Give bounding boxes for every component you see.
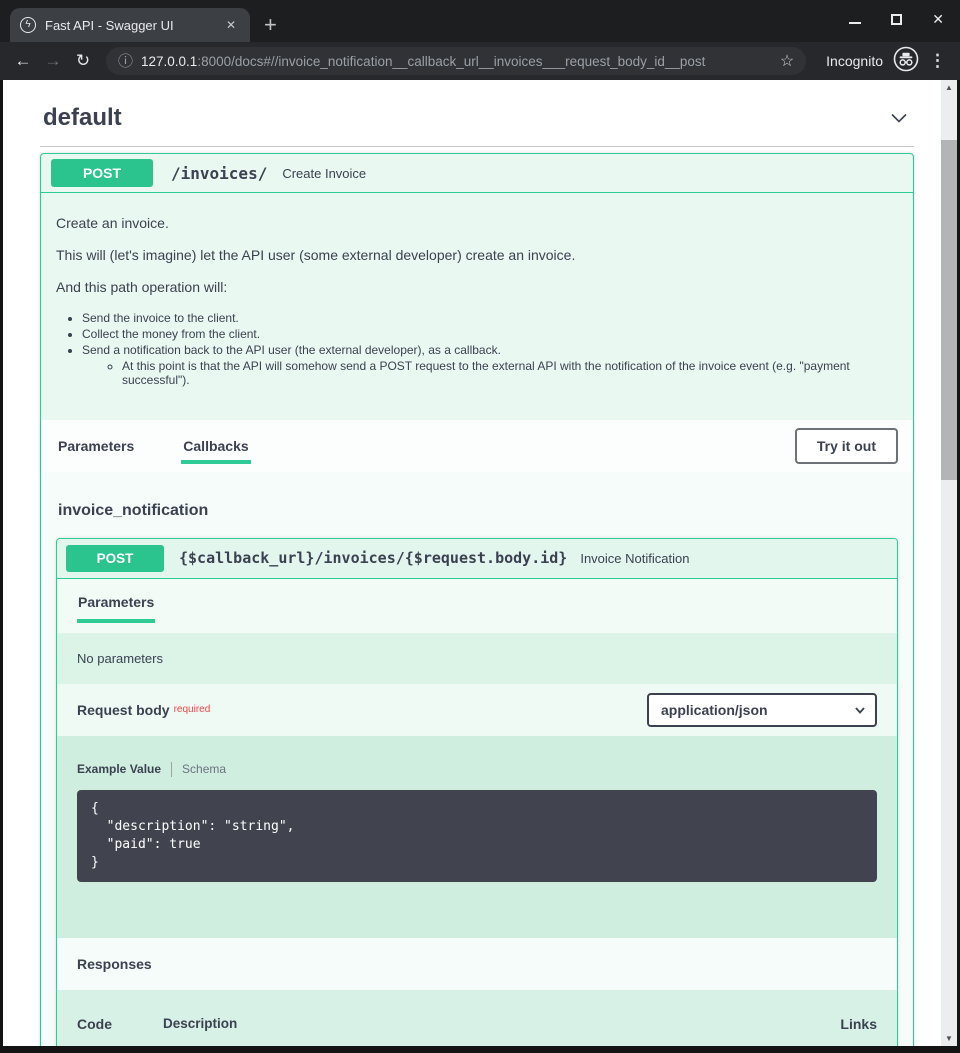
col-header-code: Code <box>77 1016 163 1032</box>
page-viewport: default POST /invoices/ Create Invoice C… <box>0 80 960 1053</box>
callback-opblock-header[interactable]: POST {$callback_url}/invoices/{$request.… <box>57 539 897 579</box>
scrollbar-thumb[interactable] <box>941 140 957 480</box>
example-code-block[interactable]: { "description": "string", "paid": true … <box>77 790 877 882</box>
example-section: Example Value Schema { "description": "s… <box>57 736 897 938</box>
window-controls: ✕ <box>849 12 944 26</box>
method-badge: POST <box>51 159 153 187</box>
scroll-up-icon[interactable]: ▲ <box>941 83 957 92</box>
url-text[interactable]: 127.0.0.1:8000/docs#//invoice_notificati… <box>141 54 772 69</box>
request-body-row: Request body required application/json <box>57 684 897 736</box>
url-host: 127.0.0.1 <box>141 54 197 69</box>
no-parameters-row: No parameters <box>57 633 897 684</box>
tab-divider <box>171 762 172 777</box>
opblock-header[interactable]: POST /invoices/ Create Invoice <box>41 154 913 193</box>
page-scrollbar[interactable]: ▲ ▼ <box>941 80 957 1046</box>
description-paragraph: And this path operation will: <box>56 279 898 295</box>
maximize-icon[interactable] <box>891 14 902 25</box>
callback-summary: Invoice Notification <box>580 551 689 566</box>
required-flag: required <box>174 704 211 715</box>
site-info-icon[interactable]: ⓘ <box>118 54 133 69</box>
scroll-down-icon[interactable]: ▼ <box>941 1034 957 1043</box>
endpoint-summary: Create Invoice <box>282 166 366 181</box>
swagger-page: default POST /invoices/ Create Invoice C… <box>3 80 941 1046</box>
callback-method-badge: POST <box>66 545 164 572</box>
tab-schema[interactable]: Schema <box>182 762 226 776</box>
sub-bullet-item: At this point is that the API will someh… <box>122 359 867 388</box>
bullet-item: Collect the money from the client. <box>82 327 898 341</box>
fastapi-favicon-icon: ϟ <box>20 17 36 33</box>
reload-icon[interactable]: ↻ <box>68 51 98 71</box>
callback-title: invoice_notification <box>58 502 898 520</box>
endpoint-path: /invoices/ <box>171 164 267 183</box>
bullet-item: Send a notification back to the API user… <box>82 343 898 357</box>
responses-table: Code Description Links 200 Successful Re… <box>57 990 897 1046</box>
forward-icon[interactable]: → <box>38 51 68 71</box>
endpoint-description: Create an invoice. This will (let's imag… <box>41 193 913 420</box>
url-path: :8000/docs#//invoice_notification__callb… <box>197 54 705 69</box>
callbacks-section: invoice_notification POST {$callback_url… <box>41 472 913 1046</box>
try-it-out-button[interactable]: Try it out <box>795 428 898 464</box>
sub-bullet-list: At this point is that the API will someh… <box>82 359 898 388</box>
example-tabs: Example Value Schema <box>77 762 877 777</box>
col-header-links: Links <box>787 1016 877 1032</box>
default-section-header[interactable]: default <box>40 104 914 147</box>
bullet-item: Send the invoice to the client. <box>82 311 898 325</box>
section-title: default <box>43 104 122 132</box>
post-invoices-opblock: POST /invoices/ Create Invoice Create an… <box>40 153 914 1046</box>
description-paragraph: This will (let's imagine) let the API us… <box>56 247 898 263</box>
tab-parameters[interactable]: Parameters <box>56 428 136 464</box>
window-close-icon[interactable]: ✕ <box>932 12 944 26</box>
tab-example-value[interactable]: Example Value <box>77 762 161 776</box>
responses-table-head: Code Description Links <box>77 1016 877 1032</box>
content-type-select-wrap: application/json <box>647 693 877 727</box>
callback-tab-parameters[interactable]: Parameters <box>77 592 155 623</box>
description-bullet-list: Send the invoice to the client. Collect … <box>56 311 898 388</box>
bookmark-star-icon[interactable]: ☆ <box>780 51 794 71</box>
request-body-label: Request body <box>77 702 170 718</box>
col-header-description: Description <box>163 1016 787 1032</box>
browser-menu-icon[interactable]: ⋮ <box>929 51 946 71</box>
incognito-label: Incognito <box>826 53 883 69</box>
address-bar[interactable]: ⓘ 127.0.0.1:8000/docs#//invoice_notifica… <box>106 47 806 75</box>
content-type-select[interactable]: application/json <box>647 693 877 727</box>
callback-path: {$callback_url}/invoices/{$request.body.… <box>179 549 567 567</box>
tabs-header: Parameters Callbacks Try it out <box>41 420 913 472</box>
callback-parameters-tab-row: Parameters <box>57 579 897 633</box>
browser-tab[interactable]: ϟ Fast API - Swagger UI ✕ <box>10 8 250 42</box>
tab-strip: ϟ Fast API - Swagger UI ✕ + ✕ <box>0 0 960 42</box>
incognito-icon <box>893 46 919 77</box>
description-paragraph: Create an invoice. <box>56 215 898 231</box>
tab-title: Fast API - Swagger UI <box>45 18 213 33</box>
responses-header: Responses <box>57 938 897 990</box>
chevron-down-icon[interactable] <box>886 105 912 131</box>
minimize-icon[interactable] <box>849 22 861 24</box>
browser-window: ϟ Fast API - Swagger UI ✕ + ✕ ← → ↻ ⓘ 12… <box>0 0 960 1053</box>
tab-callbacks[interactable]: Callbacks <box>181 428 250 464</box>
tab-close-icon[interactable]: ✕ <box>222 16 240 34</box>
browser-toolbar: ← → ↻ ⓘ 127.0.0.1:8000/docs#//invoice_no… <box>0 42 960 80</box>
callback-opblock: POST {$callback_url}/invoices/{$request.… <box>56 538 898 1046</box>
back-icon[interactable]: ← <box>8 51 38 71</box>
new-tab-button[interactable]: + <box>264 14 277 36</box>
